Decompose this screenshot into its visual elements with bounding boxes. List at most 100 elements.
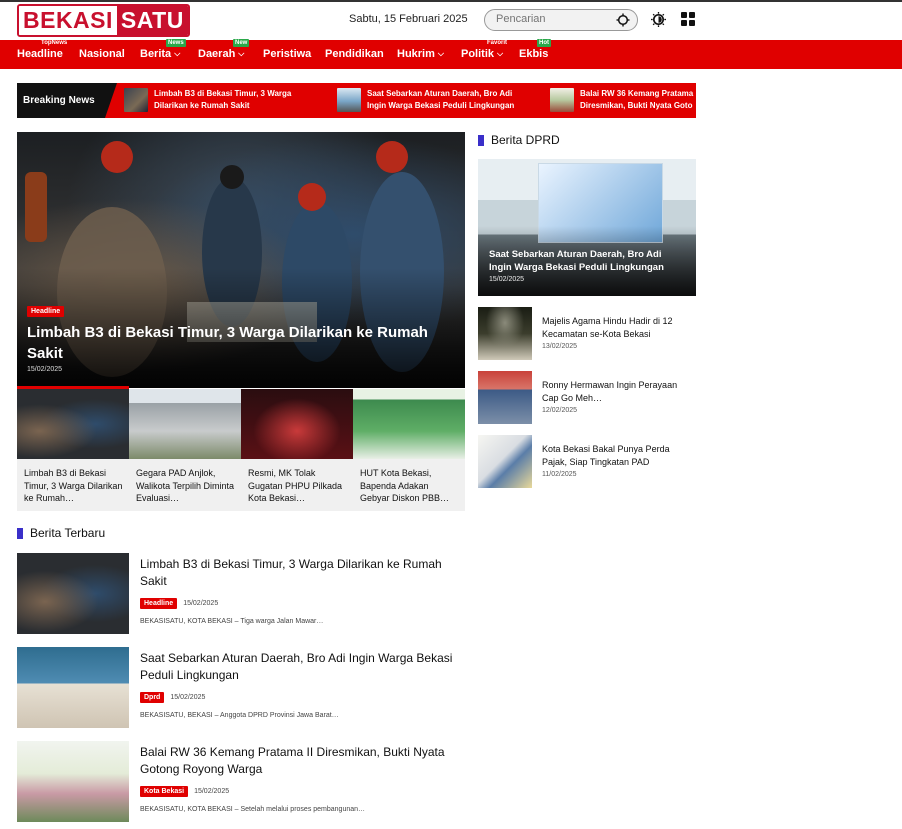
hero-article[interactable]: Headline Limbah B3 di Bekasi Timur, 3 Wa… [17, 132, 465, 388]
sidebar-list-item[interactable]: Ronny Hermawan Ingin Perayaan Cap Go Meh… [478, 371, 696, 426]
dprd-featured-title[interactable]: Saat Sebarkan Aturan Daerah, Bro Adi Ing… [489, 248, 684, 274]
chevron-down-icon: ⌵ [497, 49, 504, 58]
nav-item-daerah[interactable]: New Daerah ⌵ [198, 39, 250, 69]
chevron-down-icon: ⌵ [437, 49, 444, 58]
dprd-featured-date: 15/02/2025 [489, 276, 525, 283]
chevron-down-icon: ⌵ [238, 49, 245, 58]
nav-item-nasional[interactable]: Nasional [79, 40, 125, 69]
sidebar-list-item[interactable]: Majelis Agama Hindu Hadir di 12 Kecamata… [478, 307, 696, 362]
sidebar-article-title[interactable]: Kota Bekasi Bakal Punya Perda Pajak, Sia… [542, 443, 696, 469]
article-excerpt: BEKASISATU, KOTA BEKASI – Tiga warga Jal… [140, 618, 324, 625]
nav-label: Pendidikan [325, 48, 384, 60]
featured-thumb[interactable]: Gegara PAD Anjlok, Walikota Terpilih Dim… [129, 389, 241, 511]
nav-badge: TopNews [41, 40, 68, 46]
menu-grid-icon[interactable] [681, 12, 695, 26]
article-date: 15/02/2025 [183, 600, 219, 607]
list-item[interactable]: Balai RW 36 Kemang Pratama II Diresmikan… [17, 741, 465, 823]
dprd-featured-article[interactable]: Saat Sebarkan Aturan Daerah, Bro Adi Ing… [478, 159, 696, 296]
hero-title[interactable]: Limbah B3 di Bekasi Timur, 3 Warga Dilar… [27, 322, 447, 364]
breaking-title-line: Saat Sebarkan Aturan Daerah, Bro Adi [367, 89, 513, 98]
breaking-item[interactable]: Limbah B3 di Bekasi Timur, 3 Warga Dilar… [124, 88, 304, 113]
sidebar-thumb[interactable] [478, 435, 532, 488]
section-heading-terbaru: Berita Terbaru [17, 526, 105, 540]
breaking-thumb [337, 88, 361, 112]
thumb-title[interactable]: Limbah B3 di Bekasi Timur, 3 Warga Dilar… [24, 467, 124, 504]
sidebar-article-date: 11/02/2025 [542, 471, 577, 478]
article-title[interactable]: Balai RW 36 Kemang Pratama II Diresmikan… [140, 744, 460, 778]
nav-label: Politik [461, 48, 495, 60]
sidebar-article-date: 13/02/2025 [542, 343, 578, 350]
breaking-title-line: Dilarikan ke Rumah Sakit [154, 101, 250, 110]
featured-thumb[interactable]: Resmi, MK Tolak Gugatan PHPU Pilkada Kot… [241, 389, 353, 511]
sidebar-thumb[interactable] [478, 371, 532, 424]
section-title: Berita DPRD [491, 133, 560, 147]
nav-item-headline[interactable]: TopNews Headline [17, 40, 67, 69]
article-thumb[interactable] [17, 647, 129, 728]
current-date: Sabtu, 15 Februari 2025 [349, 13, 468, 25]
category-tag[interactable]: Kota Bekasi [140, 786, 189, 797]
site-logo[interactable]: BEKASI SATU [17, 4, 190, 37]
chevron-down-icon: ⌵ [174, 49, 181, 58]
nav-label: Ekbis [519, 48, 549, 60]
nav-badge: Hot [537, 39, 551, 47]
breaking-thumb [550, 88, 574, 112]
hero-date: 15/02/2025 [27, 366, 63, 373]
nav-item-hukrim[interactable]: Hukrim ⌵ [397, 40, 444, 69]
thumb-title[interactable]: Resmi, MK Tolak Gugatan PHPU Pilkada Kot… [248, 467, 348, 504]
sidebar-thumb[interactable] [478, 307, 532, 360]
breaking-title-line: Ingin Warga Bekasi Peduli Lingkungan [367, 101, 515, 110]
logo-text-left: BEKASI [19, 6, 117, 35]
theme-toggle-icon[interactable] [651, 12, 666, 27]
nav-item-berita[interactable]: News Berita ⌵ [140, 39, 186, 69]
sidebar-article-title[interactable]: Ronny Hermawan Ingin Perayaan Cap Go Meh… [542, 379, 696, 405]
breaking-item[interactable]: Saat Sebarkan Aturan Daerah, Bro Adi Ing… [337, 88, 517, 113]
article-thumb[interactable] [17, 741, 129, 822]
breaking-news-bar: Breaking News Limbah B3 di Bekasi Timur,… [17, 83, 696, 118]
search-input[interactable] [496, 13, 606, 25]
nav-label: Peristiwa [263, 48, 312, 60]
article-title[interactable]: Limbah B3 di Bekasi Timur, 3 Warga Dilar… [140, 556, 460, 590]
thumb-image [241, 389, 353, 459]
nav-label: Daerah [198, 48, 236, 60]
thumb-title[interactable]: Gegara PAD Anjlok, Walikota Terpilih Dim… [136, 467, 236, 504]
breaking-title-line: Balai RW 36 Kemang Pratama [580, 89, 694, 98]
article-thumb[interactable] [17, 553, 129, 634]
thumb-image [353, 389, 465, 459]
article-excerpt: BEKASISATU, BEKASI – Anggota DPRD Provin… [140, 712, 339, 719]
sidebar-article-date: 12/02/2025 [542, 407, 578, 414]
category-tag[interactable]: Headline [140, 598, 178, 609]
sidebar-article-title[interactable]: Majelis Agama Hindu Hadir di 12 Kecamata… [542, 315, 696, 341]
list-item[interactable]: Saat Sebarkan Aturan Daerah, Bro Adi Ing… [17, 647, 465, 729]
article-title[interactable]: Saat Sebarkan Aturan Daerah, Bro Adi Ing… [140, 650, 460, 684]
thumb-image [17, 389, 129, 459]
breaking-news-label: Breaking News [17, 83, 117, 118]
article-date: 15/02/2025 [170, 694, 206, 701]
breaking-item[interactable]: Balai RW 36 Kemang Pratama Diresmikan, B… [550, 88, 696, 113]
featured-thumb[interactable]: Limbah B3 di Bekasi Timur, 3 Warga Dilar… [17, 389, 129, 511]
main-nav: TopNews Headline Nasional News Berita ⌵ N… [0, 39, 902, 69]
featured-thumbs: Limbah B3 di Bekasi Timur, 3 Warga Dilar… [17, 389, 465, 511]
article-date: 15/02/2025 [194, 788, 230, 795]
featured-thumb[interactable]: HUT Kota Bekasi, Bapenda Adakan Gebyar D… [353, 389, 465, 511]
nav-label: Headline [17, 48, 63, 60]
logo-text-right: SATU [116, 6, 188, 35]
breaking-thumb [124, 88, 148, 112]
section-mark [17, 527, 23, 539]
thumb-title[interactable]: HUT Kota Bekasi, Bapenda Adakan Gebyar D… [360, 467, 460, 504]
search-box[interactable] [484, 9, 638, 31]
nav-item-peristiwa[interactable]: Peristiwa [263, 40, 311, 69]
category-tag[interactable]: Dprd [140, 692, 165, 703]
section-mark [478, 134, 484, 146]
sidebar-list-item[interactable]: Kota Bekasi Bakal Punya Perda Pajak, Sia… [478, 435, 696, 490]
section-title: Berita Terbaru [30, 526, 106, 540]
nav-label: Berita [140, 48, 172, 60]
nav-item-politik[interactable]: Favorit Politik ⌵ [461, 40, 507, 69]
breaking-title-line: Diresmikan, Bukti Nyata Goto [580, 101, 693, 110]
search-icon[interactable] [616, 13, 630, 27]
top-border [0, 0, 902, 2]
nav-item-pendidikan[interactable]: Pendidikan [325, 40, 384, 69]
nav-item-ekbis[interactable]: Hot Ekbis [519, 39, 551, 69]
nav-label: Hukrim [397, 48, 435, 60]
list-item[interactable]: Limbah B3 di Bekasi Timur, 3 Warga Dilar… [17, 553, 465, 635]
hero-category-tag[interactable]: Headline [27, 306, 65, 317]
